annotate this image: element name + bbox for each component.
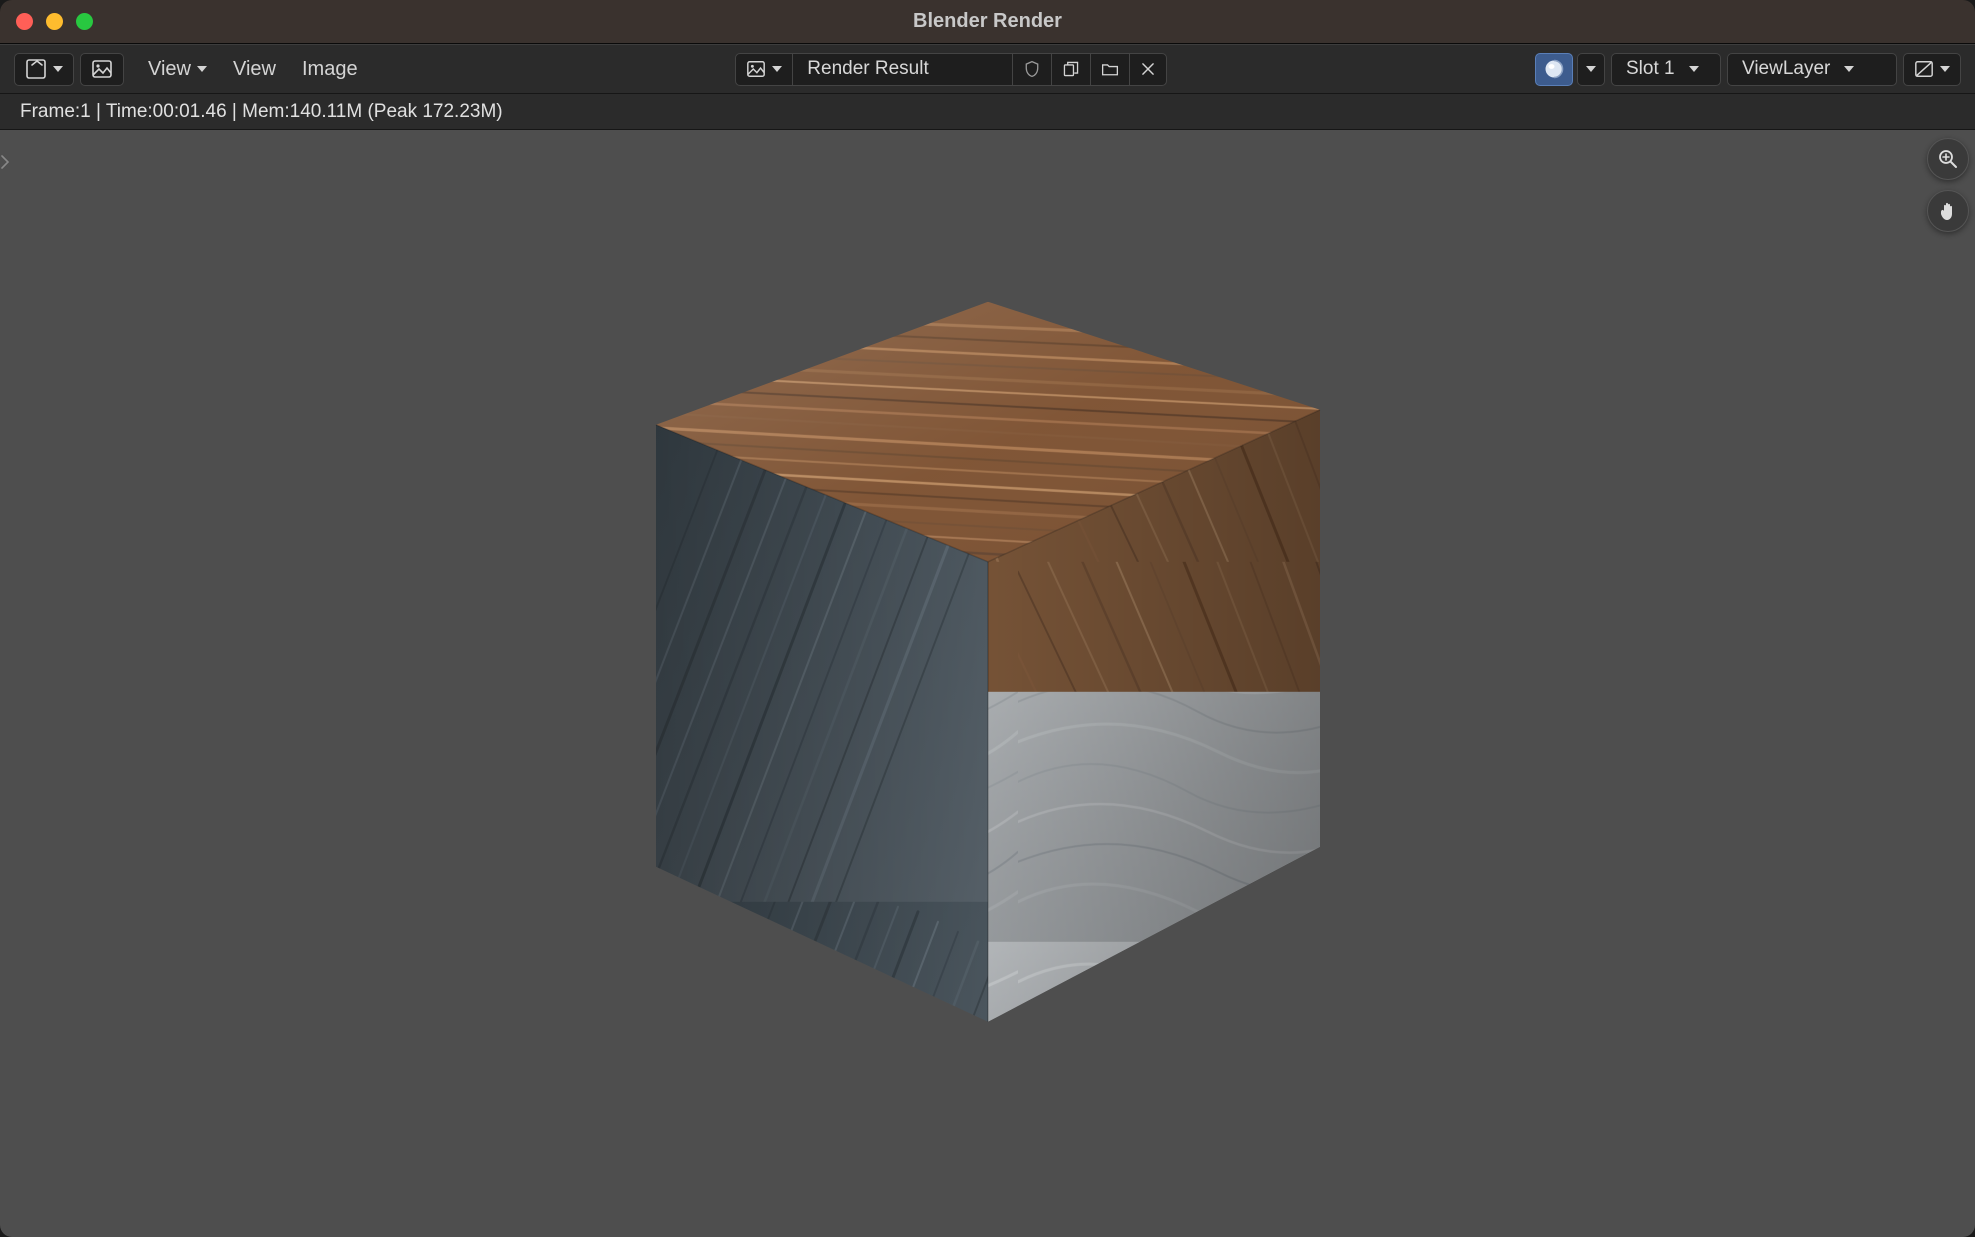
image-browse-button[interactable] (736, 54, 793, 85)
render-output (638, 301, 1338, 1036)
rendered-cube (638, 301, 1338, 1031)
new-image-button[interactable] (1052, 54, 1091, 85)
chevron-down-icon (1844, 66, 1854, 72)
image-menu-label: Image (302, 58, 358, 81)
image-viewport[interactable] (0, 130, 1975, 1237)
chevron-down-icon (1940, 66, 1950, 72)
unlink-image-button[interactable] (1130, 54, 1166, 85)
maximize-button[interactable] (76, 13, 93, 30)
shield-icon (1023, 60, 1041, 78)
shading-options-dropdown[interactable] (1577, 53, 1605, 86)
image-name-field[interactable]: Render Result (793, 54, 1013, 85)
open-image-button[interactable] (1091, 54, 1130, 85)
pan-button[interactable] (1927, 190, 1969, 232)
image-icon (91, 58, 113, 80)
render-window: Blender Render View View Image (0, 0, 1975, 1237)
close-icon (1140, 61, 1156, 77)
window-title: Blender Render (913, 10, 1062, 33)
layer-dropdown[interactable]: ViewLayer (1727, 53, 1897, 86)
slot-dropdown[interactable]: Slot 1 (1611, 53, 1721, 86)
view-menu-1-label: View (148, 58, 191, 81)
hand-icon (1936, 199, 1960, 223)
minimize-button[interactable] (46, 13, 63, 30)
editor-type-dropdown[interactable] (14, 53, 74, 86)
chevron-down-icon (197, 66, 207, 72)
image-datablock: Render Result (735, 53, 1167, 86)
chevron-right-icon (1, 155, 9, 169)
channel-dropdown[interactable] (1903, 53, 1961, 86)
viewport-controls (1927, 138, 1969, 232)
layer-label: ViewLayer (1742, 58, 1830, 80)
titlebar: Blender Render (0, 0, 1975, 44)
image-menu[interactable]: Image (292, 53, 368, 86)
image-icon (746, 59, 766, 79)
channels-icon (1914, 59, 1934, 79)
zoom-button[interactable] (1927, 138, 1969, 180)
render-stats: Frame:1 | Time:00:01.46 | Mem:140.11M (P… (20, 101, 503, 123)
slot-label: Slot 1 (1626, 58, 1675, 80)
status-bar: Frame:1 | Time:00:01.46 | Mem:140.11M (P… (0, 94, 1975, 130)
sidebar-expand-handle[interactable] (0, 150, 10, 174)
folder-icon (1101, 60, 1119, 78)
sphere-icon (1543, 58, 1565, 80)
fake-user-button[interactable] (1013, 54, 1052, 85)
chevron-down-icon (53, 66, 63, 72)
close-button[interactable] (16, 13, 33, 30)
chevron-down-icon (772, 66, 782, 72)
view-menu-2-label: View (233, 58, 276, 81)
chevron-down-icon (1586, 66, 1596, 72)
header-toolbar: View View Image Render Result (0, 44, 1975, 94)
shading-mode-button[interactable] (1535, 53, 1573, 86)
duplicate-icon (1062, 60, 1080, 78)
chevron-down-icon (1689, 66, 1699, 72)
view-menu-1[interactable]: View (138, 53, 217, 86)
image-editor-icon (25, 58, 47, 80)
image-name-label: Render Result (807, 58, 928, 80)
window-controls (16, 13, 93, 30)
display-mode-dropdown[interactable] (80, 53, 124, 86)
magnify-icon (1936, 147, 1960, 171)
view-menu-2[interactable]: View (223, 53, 286, 86)
